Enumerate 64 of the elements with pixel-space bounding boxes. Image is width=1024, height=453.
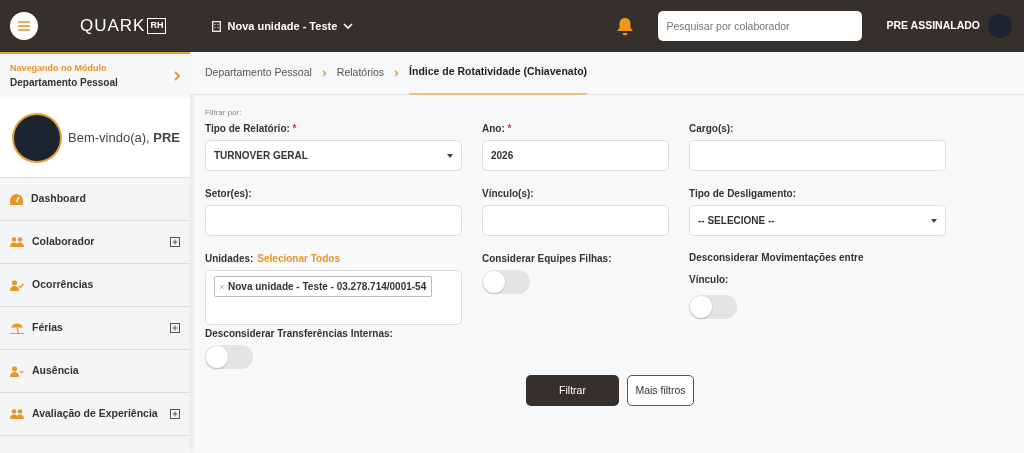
field-label: Considerar Equipes Filhas: [482,252,613,266]
sidebar-item[interactable]: Colaborador [0,221,190,264]
input-field[interactable] [482,205,669,236]
filter-caption: Filtrar por: [204,107,243,119]
select-field[interactable]: -- SELECIONE -- [689,205,946,236]
profile-avatar [12,112,62,163]
selected-tag[interactable]: Nova unidade - Teste - 03.278.714/0001-54 [214,276,433,297]
field-label: Setor(es): [205,187,253,201]
expand-icon [170,323,180,333]
field-label: Desconsiderar Movimentações entre Vínculo: [689,251,865,287]
field-label: Unidades: [205,252,254,266]
select-field[interactable]: TURNOVER GERAL [205,140,462,171]
logo-text: QUARK [80,15,146,38]
expand-icon [170,409,180,419]
field-label: Tipo de Desligamento: [689,187,798,201]
field-label: Cargo(s): [689,122,735,136]
breadcrumb-link[interactable]: Índice de Rotatividade (Chiavenato) [409,51,588,95]
chevron-right-icon [321,69,327,77]
menu-button[interactable] [10,12,38,40]
field-label: Vínculo(s): [482,187,535,201]
filter-button[interactable]: Filtrar [526,375,619,406]
module-name: Departamento Pessoal [10,76,118,91]
search-field[interactable]: Pesquisar por colaborador [658,11,863,41]
breadcrumb-link[interactable]: Departamento Pessoal [205,52,312,94]
more-filters-button[interactable]: Mais filtros [627,375,694,406]
input-field[interactable] [689,140,946,171]
toggle-switch[interactable] [689,295,737,319]
caret-icon [447,153,453,158]
input-field[interactable] [205,205,462,236]
input-field[interactable]: 2026 [482,140,669,171]
close-icon[interactable] [220,284,224,289]
avatar[interactable] [988,14,1012,38]
sidebar-item[interactable]: Férias [0,307,190,350]
user-name: PRE ASSINALADO [886,18,980,34]
logo-badge: RH [147,18,167,34]
module-panel[interactable]: Navegando no Módulo Departamento Pessoal [0,52,190,98]
sidebar-item[interactable]: Avaliação de Experiência [0,393,190,436]
bell-icon[interactable] [616,16,635,36]
field-label: Desconsiderar Transferências Internas: [205,327,394,341]
person-check-icon [10,279,24,291]
toggle-switch[interactable] [205,345,253,369]
chevron-right-icon [394,69,400,77]
menu-icon [18,21,30,31]
gauge-icon [10,193,23,205]
people-icon [10,237,24,247]
multiselect-field[interactable]: Nova unidade - Teste - 03.278.714/0001-54 [205,270,462,325]
beach-icon [10,322,24,334]
sidebar-item[interactable]: Dashboard [0,178,190,221]
building-icon [212,20,222,32]
person-minus-icon [10,365,24,377]
caret-icon [931,218,937,223]
module-caption: Navegando no Módulo [10,61,108,75]
field-label: Tipo de Relatório: * [205,122,298,136]
field-label: Ano: * [482,122,513,136]
sidebar-item[interactable]: Ocorrências [0,264,190,307]
welcome-text: Bem-vindo(a), PRE [68,128,180,147]
unit-selector[interactable]: Nova unidade - Teste [206,16,360,36]
toggle-switch[interactable] [482,270,530,294]
expand-icon [170,237,180,247]
chevron-down-icon [343,23,354,29]
people-icon [10,409,24,419]
sidebar-item[interactable]: Ausência [0,350,190,393]
breadcrumb-link[interactable]: Relatórios [336,52,385,94]
chevron-right-icon [174,71,180,81]
